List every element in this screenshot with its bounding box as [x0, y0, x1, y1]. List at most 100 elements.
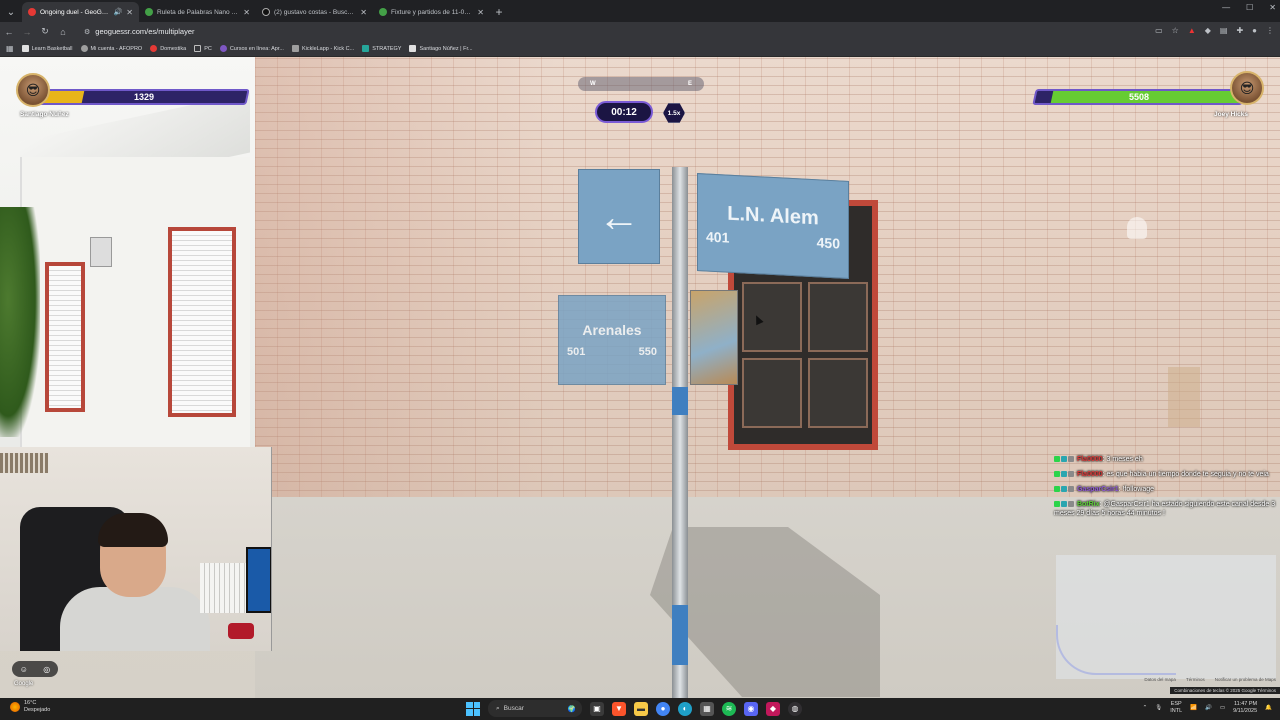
map-terms-link[interactable]: Términos	[1186, 677, 1205, 682]
chat-username[interactable]: Fla0000	[1077, 471, 1103, 478]
chrome-icon[interactable]: ●	[656, 701, 670, 716]
weather-condition: Despejado	[24, 707, 51, 713]
puzzle-extensions-icon[interactable]: ✚	[1236, 26, 1243, 35]
bookmark-favicon-icon	[219, 45, 227, 52]
moderator-badge-icon	[1068, 486, 1074, 493]
apps-grid-icon[interactable]: ▦	[6, 44, 14, 53]
chat-username[interactable]: GasparCsir1	[1077, 486, 1119, 493]
brave-browser-icon[interactable]: ▼	[612, 701, 626, 716]
bookmark-item[interactable]: Cursos en línea: Apr...	[219, 45, 284, 52]
language-indicator[interactable]: ESP INTL	[1170, 701, 1182, 715]
edge-icon[interactable]: ◐	[678, 701, 692, 716]
tab-fixture[interactable]: Fixture y partidos de 11-09-20 ✕	[373, 2, 490, 22]
map-footer: Datos del mapa Términos Notificar un pro…	[1144, 677, 1276, 682]
tree	[0, 207, 40, 437]
close-tab-icon[interactable]: ✕	[243, 8, 250, 17]
street-name: Arenales	[582, 322, 642, 338]
home-icon[interactable]: ⌂	[54, 27, 72, 37]
cast-icon[interactable]: ▭	[1155, 26, 1163, 35]
bookmark-item[interactable]: STRATEGY	[362, 45, 401, 52]
weather-text: 16°C Despejado	[24, 700, 50, 714]
chat-username[interactable]: BotRix	[1077, 501, 1100, 508]
guess-minimap[interactable]	[1056, 555, 1276, 679]
microphone-icon[interactable]: 🎙	[1155, 705, 1162, 711]
obs-icon[interactable]: ◍	[788, 701, 802, 716]
layers-icon[interactable]: ◎	[43, 665, 50, 674]
extension-icon[interactable]: ◆	[1205, 26, 1211, 35]
weather-icon	[10, 702, 20, 712]
tab-ruleta[interactable]: Ruleta de Palabras Nano A-Z 1 ✕	[139, 2, 256, 22]
tray-overflow-icon[interactable]: ⌃	[1143, 705, 1148, 711]
pegman-icon[interactable]: ☺	[20, 665, 28, 674]
chat-message: GasparCsir1: !followage	[1054, 485, 1280, 494]
back-icon[interactable]: ←	[0, 27, 18, 37]
right-player-score: 5508	[1128, 92, 1150, 102]
moderator-badge-icon	[1068, 501, 1074, 508]
minimize-icon[interactable]: —	[1222, 3, 1230, 12]
bookmark-item[interactable]: Learn Basketball	[21, 45, 73, 52]
tab-x-search[interactable]: (2) gustavo costas - Buscar / X ✕	[256, 2, 373, 22]
filmora-icon[interactable]: ◆	[766, 701, 780, 716]
tab-geoguessr[interactable]: Ongoing duel - GeoGuessr 🔊 ✕	[22, 2, 139, 22]
bookmark-label: STRATEGY	[372, 45, 402, 52]
vip-badge-icon	[1061, 471, 1067, 478]
left-player-name: Santiago Núñez	[20, 111, 69, 118]
chat-message: Fla0000: 3 meses eh	[1054, 455, 1280, 464]
menu-kebab-icon[interactable]: ⋮	[1266, 26, 1274, 35]
tab-strip: ⌄ Ongoing duel - GeoGuessr 🔊 ✕ Ruleta de…	[0, 0, 1280, 22]
bookmark-item[interactable]: Domestika	[150, 45, 186, 52]
weather-widget[interactable]: 16°C Despejado	[10, 700, 50, 714]
extension-pdf-icon[interactable]: ▲	[1188, 26, 1196, 35]
pole-stripe	[672, 605, 688, 665]
bookmark-item[interactable]: Mi cuenta - AFOPRO	[80, 45, 142, 52]
profile-avatar-icon[interactable]: ●	[1252, 26, 1257, 35]
address-bar[interactable]: ⚙ geoguessr.com/es/multiplayer	[78, 24, 1118, 39]
maximize-icon[interactable]: ☐	[1246, 3, 1253, 12]
volume-icon[interactable]: 🔊	[1205, 705, 1212, 711]
forward-icon[interactable]: →	[18, 27, 36, 37]
bookmark-star-icon[interactable]: ☆	[1172, 26, 1179, 35]
discord-icon[interactable]: ◉	[744, 701, 758, 716]
compass-east: E	[687, 81, 692, 87]
google-logo: Google	[14, 681, 34, 687]
reload-icon[interactable]: ↻	[36, 26, 54, 37]
bookmarks-bar: ▦ Learn Basketball Mi cuenta - AFOPRO Do…	[0, 41, 1280, 57]
battery-icon[interactable]: ▭	[1220, 705, 1225, 711]
file-explorer-icon[interactable]: ▬	[634, 701, 648, 716]
window-pane	[808, 358, 868, 428]
task-view-icon[interactable]: ▣	[590, 701, 604, 716]
right-player-avatar[interactable]: 😎	[1230, 71, 1264, 105]
windows-start-icon[interactable]	[466, 701, 480, 716]
wifi-icon[interactable]: 📶	[1190, 705, 1197, 711]
calculator-icon[interactable]: ▦	[700, 701, 714, 716]
map-report-link[interactable]: Notificar un problema de Maps	[1215, 677, 1276, 682]
close-tab-icon[interactable]: ✕	[477, 8, 484, 17]
taskbar-search[interactable]: ⌕ Buscar 🌍	[488, 700, 582, 717]
close-window-icon[interactable]: ✕	[1269, 3, 1276, 12]
streetview-controls[interactable]: ☺ ◎	[12, 661, 58, 677]
new-tab-button[interactable]: +	[490, 2, 508, 22]
spotify-icon[interactable]: ≋	[722, 701, 736, 716]
close-tab-icon[interactable]: ✕	[360, 8, 367, 17]
chat-message: BotRix: @GasparCsir1 ha estado siguiendo…	[1054, 501, 1276, 517]
map-data-link[interactable]: Datos del mapa	[1144, 677, 1176, 682]
fixture-favicon-icon	[379, 8, 387, 16]
chat-username[interactable]: Fla0000	[1077, 456, 1103, 463]
bookmark-folder[interactable]: PC	[194, 45, 212, 52]
left-player-avatar[interactable]: 😎	[16, 73, 50, 107]
tab-search-icon[interactable]: ⌄	[0, 2, 22, 22]
chat-text: 3 meses eh	[1106, 456, 1143, 463]
folder-icon	[194, 45, 202, 52]
bookmark-item[interactable]: KickleLapp - Kick C...	[291, 45, 354, 52]
site-info-icon[interactable]: ⚙	[84, 28, 90, 36]
microphone	[228, 623, 254, 639]
streetview-panorama[interactable]: ← L.N. Alem 401 450 Arenales 501 550 132…	[0, 57, 1280, 698]
notification-bell-icon[interactable]: 🔔	[1265, 705, 1272, 711]
bookmark-item[interactable]: Santiago Núñez | Fr...	[409, 45, 473, 52]
clock[interactable]: 11:47 PM 9/11/2025	[1233, 701, 1257, 715]
street-number-left: 501	[567, 346, 586, 358]
speaker-icon[interactable]: 🔊	[114, 8, 123, 16]
downloads-icon[interactable]: ▤	[1220, 26, 1228, 35]
close-tab-icon[interactable]: ✕	[126, 8, 133, 17]
chat-text: !followage	[1122, 486, 1155, 493]
